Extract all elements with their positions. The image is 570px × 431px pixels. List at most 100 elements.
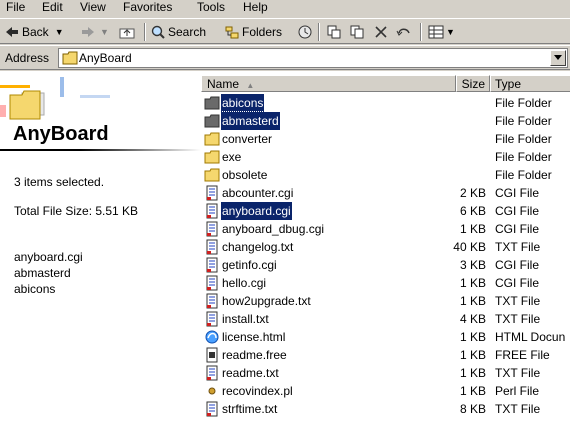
file-name[interactable]: abcounter.cgi [221,184,294,202]
column-header-size[interactable]: Size [456,75,490,92]
file-type: TXT File [495,366,541,380]
file-type: File Folder [495,150,552,164]
file-row[interactable]: strftime.txt 8 KB TXT File [201,400,570,418]
address-dropdown-button[interactable] [550,50,566,66]
file-row[interactable]: recovindex.pl 1 KB Perl File [201,382,570,400]
toolbar-separator [420,23,422,41]
file-row[interactable]: license.html 1 KB HTML Docun [201,328,570,346]
file-name[interactable]: recovindex.pl [221,382,294,400]
file-name[interactable]: readme.free [221,346,288,364]
file-row[interactable]: how2upgrade.txt 1 KB TXT File [201,292,570,310]
file-row[interactable]: hello.cgi 1 KB CGI File [201,274,570,292]
folders-button[interactable]: Folders [224,22,282,42]
copy-to-button[interactable] [349,22,365,42]
file-size: 8 KB [459,402,486,416]
file-name[interactable]: how2upgrade.txt [221,292,312,310]
file-name[interactable]: converter [221,130,273,148]
file-row[interactable]: abcounter.cgi 2 KB CGI File [201,184,570,202]
file-row[interactable]: obsolete File Folder [201,166,570,184]
back-label: Back [22,25,49,39]
file-size: 1 KB [459,222,486,236]
web-view-pane: AnyBoard 3 items selected. Total File Si… [0,71,201,431]
file-type: File Folder [495,114,552,128]
file-name[interactable]: getinfo.cgi [221,256,278,274]
file-name[interactable]: abicons [219,93,266,113]
file-row[interactable]: getinfo.cgi 3 KB CGI File [201,256,570,274]
forward-arrow-icon [82,27,94,37]
column-header-name[interactable]: Name ▲ [201,75,456,92]
total-file-size: Total File Size: 5.51 KB [14,204,139,218]
address-value: AnyBoard [79,51,132,65]
file-size: 3 KB [459,258,486,272]
file-type: HTML Docun [495,330,566,344]
folder-dark-icon [204,114,220,128]
address-input[interactable]: AnyBoard [58,48,568,68]
file-name[interactable]: install.txt [221,310,270,328]
script-file-icon [206,311,218,327]
file-row[interactable]: changelog.txt 40 KB TXT File [201,238,570,256]
file-name[interactable]: exe [221,148,242,166]
file-name[interactable]: strftime.txt [221,400,278,418]
menu-view[interactable]: View [80,0,106,15]
file-row[interactable]: readme.txt 1 KB TXT File [201,364,570,382]
views-grid-icon [428,25,444,39]
standard-toolbar: Back ▼ ▼ Search Folders ▼ [0,18,570,44]
views-button[interactable]: ▼ [428,22,455,42]
script-file-icon [206,203,218,219]
file-size: 2 KB [459,186,486,200]
file-type: CGI File [495,204,540,218]
back-button[interactable]: Back ▼ [4,22,64,42]
chevron-down-icon [554,55,562,60]
file-name[interactable]: obsolete [221,166,268,184]
column-header-type[interactable]: Type [490,75,570,92]
menu-help[interactable]: Help [243,0,268,15]
file-row[interactable]: abmasterd File Folder [201,111,570,131]
up-folder-button[interactable] [119,22,135,42]
back-dropdown-icon[interactable]: ▼ [55,22,64,42]
file-row[interactable]: converter File Folder [201,130,570,148]
views-dropdown-icon[interactable]: ▼ [446,22,455,42]
file-type: TXT File [495,402,541,416]
folder-icon [62,51,78,65]
folder-dark-icon [204,96,220,110]
file-name[interactable]: changelog.txt [221,238,294,256]
ie-html-icon [205,330,219,344]
menu-tools[interactable]: Tools [197,0,225,15]
undo-icon [396,28,410,36]
folders-tree-icon [225,26,239,39]
file-name[interactable]: hello.cgi [221,274,267,292]
file-row[interactable]: readme.free 1 KB FREE File [201,346,570,364]
menu-file[interactable]: File [6,0,25,15]
undo-button[interactable] [396,22,412,42]
history-icon [298,25,312,39]
script-file-icon [206,401,218,417]
file-row[interactable]: anyboard_dbug.cgi 1 KB CGI File [201,220,570,238]
file-row[interactable]: abicons File Folder [201,93,570,113]
menu-edit[interactable]: Edit [42,0,63,15]
file-row[interactable]: exe File Folder [201,148,570,166]
move-to-button[interactable] [326,22,342,42]
history-button[interactable] [297,22,313,42]
file-name[interactable]: license.html [221,328,286,346]
forward-button[interactable]: ▼ [80,22,109,42]
folder-icon [204,132,220,146]
selected-item: anyboard.cgi [14,250,83,264]
file-name[interactable]: abmasterd [220,111,281,131]
file-row[interactable]: anyboard.cgi 6 KB CGI File [201,201,570,221]
delete-button[interactable] [373,22,389,42]
file-name[interactable]: anyboard_dbug.cgi [221,220,325,238]
forward-dropdown-icon[interactable]: ▼ [100,22,109,42]
search-button[interactable]: Search [150,22,206,42]
menu-favorites[interactable]: Favorites [123,0,172,15]
address-bar: Address AnyBoard [0,45,570,70]
file-name[interactable]: anyboard.cgi [220,201,293,221]
file-type: CGI File [495,258,540,272]
column-type-label: Type [495,77,522,91]
file-size: 1 KB [459,348,486,362]
script-file-icon [206,275,218,291]
script-file-icon [206,365,218,381]
script-file-icon [206,221,218,237]
file-name[interactable]: readme.txt [221,364,280,382]
script-file-icon [206,293,218,309]
file-row[interactable]: install.txt 4 KB TXT File [201,310,570,328]
